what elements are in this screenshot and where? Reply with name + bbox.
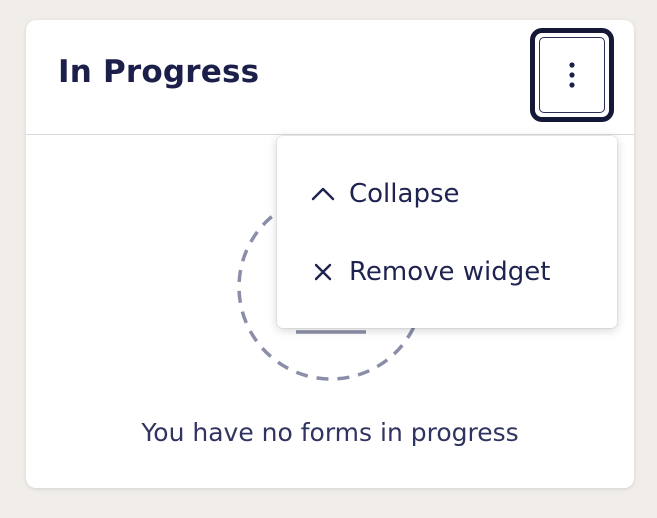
widget-title: In Progress: [58, 54, 260, 90]
close-icon: [309, 258, 337, 286]
menu-item-remove-widget-label: Remove widget: [349, 257, 551, 287]
menu-item-collapse[interactable]: Collapse: [277, 164, 617, 224]
empty-state-message: You have no forms in progress: [141, 418, 519, 447]
menu-button-inner: [539, 37, 605, 113]
vertical-ellipsis-icon: [569, 62, 575, 88]
widget-options-menu: Collapse Remove widget: [277, 136, 617, 328]
widget-header: In Progress: [26, 20, 634, 135]
menu-item-remove-widget[interactable]: Remove widget: [277, 242, 617, 302]
menu-item-collapse-label: Collapse: [349, 179, 460, 209]
widget-menu-button[interactable]: [530, 28, 614, 122]
chevron-up-icon: [309, 180, 337, 208]
